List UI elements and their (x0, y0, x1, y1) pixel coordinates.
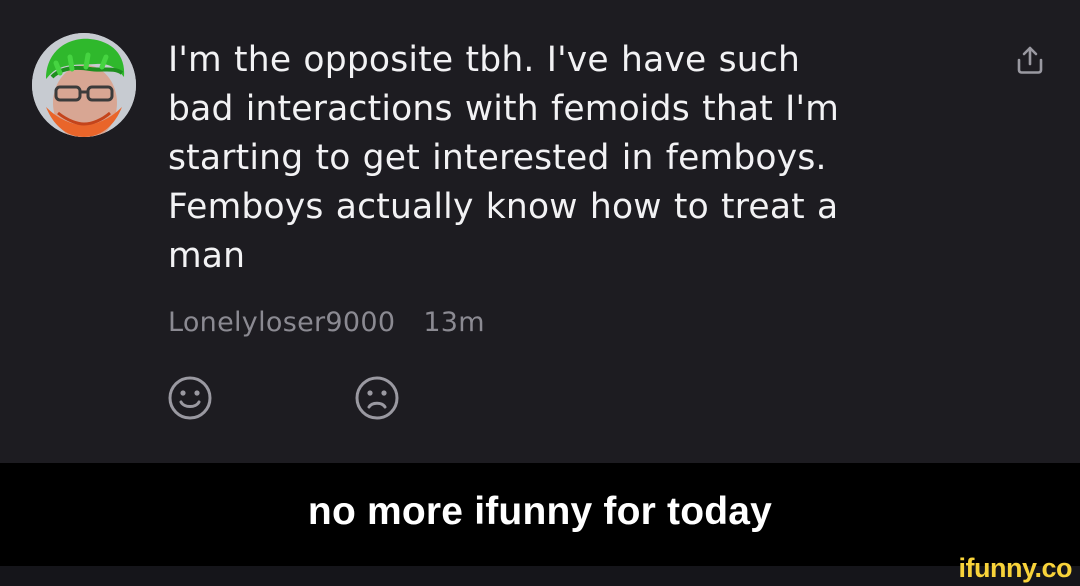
username[interactable]: Lonelyloser9000 (168, 307, 395, 338)
frown-reaction-button[interactable] (351, 372, 403, 424)
share-button[interactable] (1010, 40, 1050, 80)
caption-text: no more ifunny for today (307, 489, 773, 533)
caption-bar: no more ifunny for today (0, 463, 1080, 566)
comment-card: I'm the opposite tbh. I've have such bad… (0, 0, 1080, 463)
avatar-image (32, 33, 136, 137)
comment-text: I'm the opposite tbh. I've have such bad… (168, 36, 948, 281)
frown-icon (355, 376, 399, 420)
comment-line: I'm the opposite tbh. I've have such (168, 40, 801, 80)
comment-line: bad interactions with femoids that I'm (168, 89, 839, 129)
smile-icon (168, 376, 212, 420)
footer-strip (0, 566, 1080, 586)
watermark: ifunny.co (958, 553, 1073, 583)
share-icon (1017, 46, 1043, 74)
comment-line: man (168, 236, 246, 276)
comment-meta: Lonelyloser9000 13m (168, 302, 485, 342)
meme-image: I'm the opposite tbh. I've have such bad… (0, 0, 1080, 586)
smile-reaction-button[interactable] (164, 372, 216, 424)
user-avatar[interactable] (32, 33, 136, 137)
timestamp: 13m (423, 306, 485, 338)
comment-line: starting to get interested in femboys. (168, 138, 827, 178)
comment-line: Femboys actually know how to treat a (168, 187, 839, 227)
